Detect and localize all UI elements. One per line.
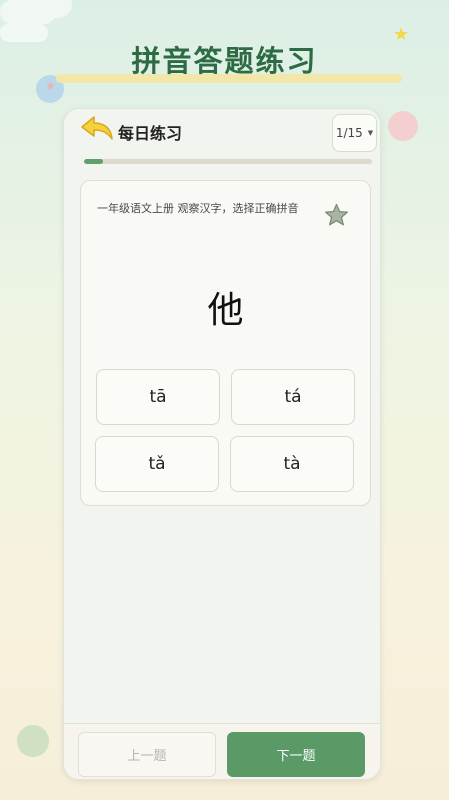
back-arrow-icon[interactable]: [80, 114, 114, 144]
question-prompt: 一年级语文上册 观察汉字，选择正确拼音: [97, 202, 299, 215]
caret-down-icon: ▼: [367, 129, 374, 137]
answer-option-label: tǎ: [148, 454, 166, 474]
star-decoration-icon: ★: [45, 79, 56, 93]
previous-question-button[interactable]: 上一题: [78, 732, 216, 777]
progress-bar: [84, 159, 372, 164]
bubble-decoration: [17, 725, 49, 757]
practice-panel: 每日练习 1/15 ▼ 一年级语文上册 观察汉字，选择正确拼音 他 tā tá …: [63, 108, 381, 780]
page-indicator: 1/15: [335, 126, 363, 140]
progress-fill: [84, 159, 104, 164]
navigation-footer: 上一题 下一题: [64, 723, 380, 779]
answer-option-label: tā: [149, 387, 167, 407]
answer-option-1[interactable]: tā: [96, 369, 220, 425]
next-question-button[interactable]: 下一题: [227, 732, 365, 777]
page-select[interactable]: 1/15 ▼: [332, 114, 377, 152]
bubble-decoration: [388, 111, 418, 141]
answer-option-label: tá: [284, 387, 302, 407]
answer-option-3[interactable]: tǎ: [95, 436, 219, 492]
panel-header: 每日练习 1/15 ▼: [64, 109, 380, 155]
header-title: 每日练习: [118, 124, 183, 143]
answer-option-4[interactable]: tà: [230, 436, 354, 492]
cloud-decoration: [0, 0, 56, 24]
answer-option-2[interactable]: tá: [231, 369, 355, 425]
page-title: 拼音答题练习: [131, 44, 318, 78]
answer-option-label: tà: [283, 454, 301, 474]
question-card: 一年级语文上册 观察汉字，选择正确拼音 他 tā tá tǎ tà: [80, 180, 371, 506]
question-character: 他: [207, 290, 244, 331]
star-icon[interactable]: [324, 203, 349, 228]
